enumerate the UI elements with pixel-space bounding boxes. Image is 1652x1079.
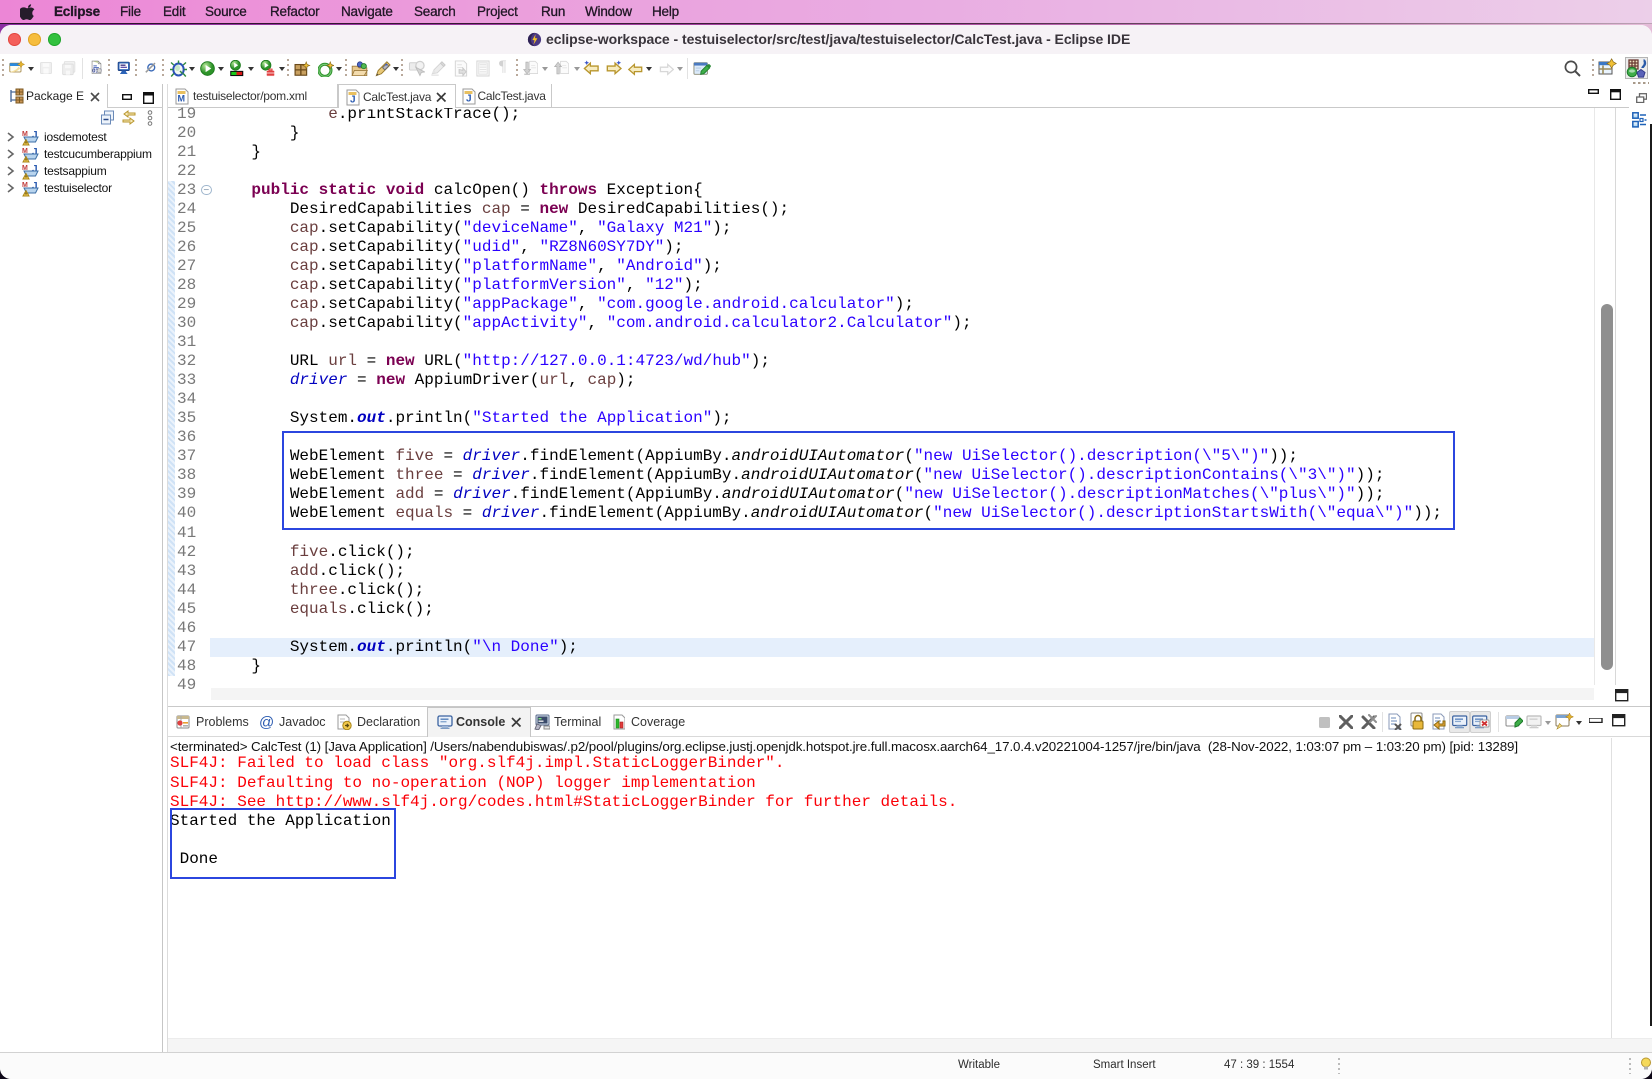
svg-text:J: J xyxy=(466,94,472,105)
svg-text:J: J xyxy=(350,95,356,106)
svg-text:M: M xyxy=(178,94,186,104)
svg-text:@: @ xyxy=(259,714,273,730)
